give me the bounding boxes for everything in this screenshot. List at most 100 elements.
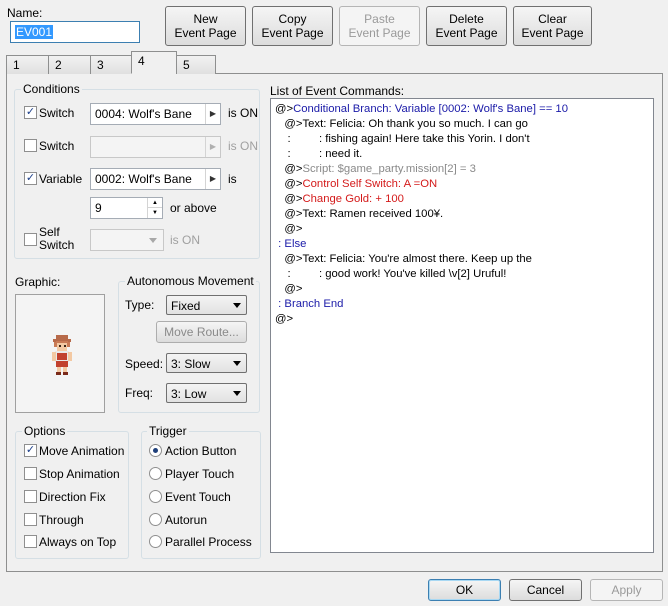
freq-dropdown-icon bbox=[233, 391, 241, 396]
tab-page-5[interactable]: 5 bbox=[176, 55, 216, 74]
player-touch-radio[interactable] bbox=[149, 467, 162, 480]
stop-animation-checkbox[interactable] bbox=[24, 467, 37, 480]
command-prefix: : bbox=[275, 238, 285, 250]
event-commands-list[interactable]: @>Conditional Branch: Variable [0002: Wo… bbox=[270, 98, 654, 553]
copy-button-line1: Copy bbox=[278, 12, 307, 26]
command-line[interactable]: : : good work! You've killed \v[2] Urufu… bbox=[275, 267, 507, 282]
apply-label: Apply bbox=[611, 583, 642, 597]
command-prefix: @> bbox=[275, 178, 303, 190]
tab-page-3[interactable]: 3 bbox=[90, 55, 133, 74]
autorun-radio[interactable] bbox=[149, 513, 162, 526]
command-line[interactable]: @> bbox=[275, 222, 302, 237]
switch1-label: Switch bbox=[39, 106, 75, 120]
delete-button-line2: Event Page bbox=[435, 26, 498, 40]
copy-button-line2: Event Page bbox=[261, 26, 324, 40]
ok-label: OK bbox=[455, 583, 474, 597]
command-text: Text: Ramen received 100¥. bbox=[302, 208, 444, 220]
variable-checkbox[interactable]: ✓ bbox=[24, 172, 37, 185]
variable-arrow-icon[interactable]: ▶ bbox=[205, 169, 220, 189]
command-line[interactable]: @>Change Gold: + 100 bbox=[275, 192, 404, 207]
cancel-label: Cancel bbox=[526, 583, 565, 597]
command-line[interactable]: @>Text: Felicia: You're almost there. Ke… bbox=[275, 252, 532, 267]
self-switch-label-line1: Self bbox=[39, 225, 60, 239]
apply-button[interactable]: Apply bbox=[590, 579, 663, 601]
new-event-page-button[interactable]: New Event Page bbox=[165, 6, 246, 46]
command-text: Conditional Branch: Variable [0002: Wolf… bbox=[293, 103, 568, 115]
action-button-radio[interactable] bbox=[149, 444, 162, 457]
through-checkbox[interactable] bbox=[24, 513, 37, 526]
name-label: Name: bbox=[7, 6, 43, 20]
switch2-checkbox[interactable] bbox=[24, 139, 37, 152]
command-prefix: : bbox=[275, 133, 291, 145]
command-line[interactable]: : Branch End bbox=[275, 297, 343, 312]
spin-down-icon[interactable]: ▼ bbox=[147, 208, 162, 218]
name-input[interactable]: EV001 bbox=[10, 21, 140, 43]
paste-button-line2: Event Page bbox=[348, 26, 411, 40]
variable-label: Variable bbox=[39, 172, 83, 186]
command-text: Text: Felicia: You're almost there. Keep… bbox=[302, 253, 532, 265]
command-line[interactable]: @>Control Self Switch: A =ON bbox=[275, 177, 437, 192]
self-switch-checkbox[interactable] bbox=[24, 233, 37, 246]
command-text: Text: Felicia: Oh thank you so much. I c… bbox=[302, 118, 528, 130]
always-on-top-checkbox[interactable] bbox=[24, 535, 37, 548]
switch1-arrow-icon[interactable]: ▶ bbox=[205, 104, 220, 124]
tab-page-4[interactable]: 4 bbox=[131, 51, 177, 74]
command-line[interactable]: @> bbox=[275, 312, 293, 327]
command-line[interactable]: @> bbox=[275, 282, 302, 297]
type-value: Fixed bbox=[171, 299, 201, 313]
graphic-preview[interactable] bbox=[15, 294, 105, 413]
self-switch-select[interactable] bbox=[90, 229, 164, 251]
self-switch-dropdown-icon[interactable] bbox=[149, 238, 157, 243]
command-line[interactable]: : Else bbox=[275, 237, 306, 252]
commands-label: List of Event Commands: bbox=[270, 84, 405, 98]
command-prefix: @> bbox=[275, 193, 303, 205]
delete-event-page-button[interactable]: Delete Event Page bbox=[426, 6, 507, 46]
spin-up-icon[interactable]: ▲ bbox=[147, 198, 162, 208]
autonomous-movement-title: Autonomous Movement bbox=[125, 274, 256, 288]
parallel-process-radio[interactable] bbox=[149, 535, 162, 548]
variable-select[interactable]: 0002: Wolf's Bane ▶ bbox=[90, 168, 221, 190]
command-prefix: : bbox=[275, 298, 285, 310]
command-line[interactable]: @>Text: Felicia: Oh thank you so much. I… bbox=[275, 117, 528, 132]
command-line[interactable]: @>Text: Ramen received 100¥. bbox=[275, 207, 443, 222]
switch1-select[interactable]: 0004: Wolf's Bane ▶ bbox=[90, 103, 221, 125]
paste-event-page-button[interactable]: Paste Event Page bbox=[339, 6, 420, 46]
command-line[interactable]: : : fishing again! Here take this Yorin.… bbox=[275, 132, 530, 147]
clear-event-page-button[interactable]: Clear Event Page bbox=[513, 6, 592, 46]
speed-label: Speed: bbox=[125, 357, 164, 371]
command-text: : need it. bbox=[290, 148, 363, 160]
parallel-process-label: Parallel Process bbox=[165, 535, 252, 549]
move-route-label: Move Route... bbox=[164, 325, 239, 339]
switch1-checkbox[interactable]: ✓ bbox=[24, 106, 37, 119]
event-touch-radio[interactable] bbox=[149, 490, 162, 503]
command-line[interactable]: @>Script: $game_party.mission[2] = 3 bbox=[275, 162, 475, 177]
speed-dropdown[interactable]: 3: Slow bbox=[166, 353, 247, 373]
variable-amount-input[interactable]: 9 ▲ ▼ bbox=[90, 197, 163, 219]
player-touch-label: Player Touch bbox=[165, 467, 235, 481]
command-prefix: @> bbox=[275, 313, 294, 325]
command-text: Change Gold: + 100 bbox=[302, 193, 404, 205]
tab-label-3: 3 bbox=[97, 58, 104, 72]
copy-event-page-button[interactable]: Copy Event Page bbox=[252, 6, 333, 46]
name-value: EV001 bbox=[15, 25, 54, 39]
freq-value: 3: Low bbox=[171, 387, 207, 401]
type-dropdown[interactable]: Fixed bbox=[166, 295, 247, 315]
cancel-button[interactable]: Cancel bbox=[509, 579, 582, 601]
freq-dropdown[interactable]: 3: Low bbox=[166, 383, 247, 403]
new-button-line2: Event Page bbox=[174, 26, 237, 40]
variable-amount-suffix: or above bbox=[170, 201, 217, 215]
through-label: Through bbox=[39, 513, 84, 527]
command-prefix: @> bbox=[275, 103, 294, 115]
switch2-arrow-icon[interactable]: ▶ bbox=[205, 137, 220, 157]
tab-label-5: 5 bbox=[183, 58, 190, 72]
command-line[interactable]: : : need it. bbox=[275, 147, 363, 162]
command-line[interactable]: @>Conditional Branch: Variable [0002: Wo… bbox=[275, 102, 568, 117]
move-route-button[interactable]: Move Route... bbox=[156, 321, 247, 343]
tab-page-1[interactable]: 1 bbox=[6, 55, 49, 74]
direction-fix-checkbox[interactable] bbox=[24, 490, 37, 503]
variable-value: 0002: Wolf's Bane bbox=[95, 172, 192, 186]
switch2-select[interactable]: ▶ bbox=[90, 136, 221, 158]
move-animation-checkbox[interactable]: ✓ bbox=[24, 444, 37, 457]
tab-page-2[interactable]: 2 bbox=[48, 55, 91, 74]
ok-button[interactable]: OK bbox=[428, 579, 501, 601]
